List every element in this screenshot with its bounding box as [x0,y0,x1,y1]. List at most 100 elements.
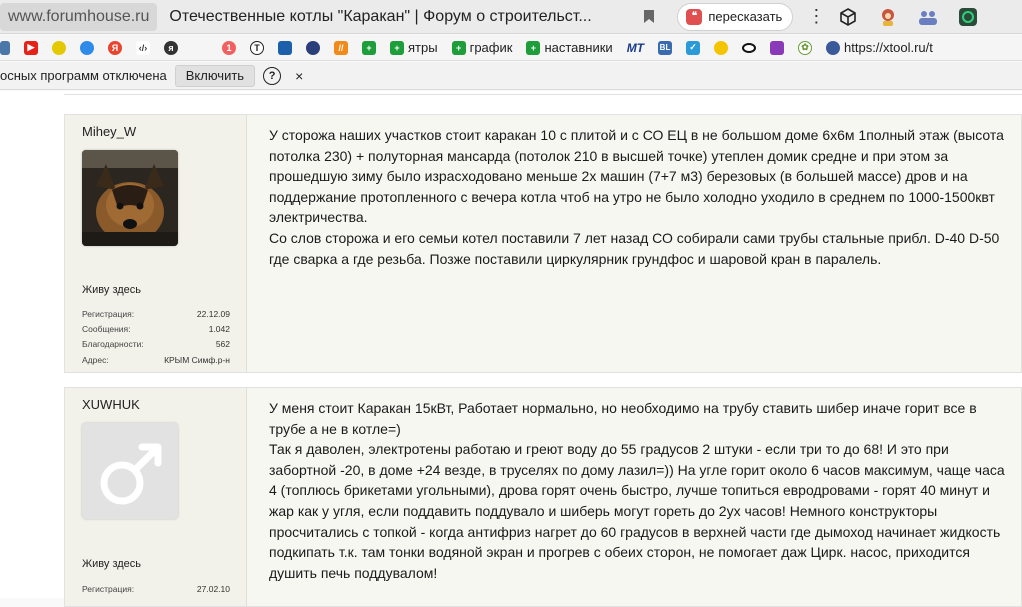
bookmark-vk[interactable] [0,40,10,55]
avatar[interactable] [82,150,178,246]
stat-value: 22.12.09 [196,309,230,319]
bookmark-code[interactable]: ‹/› [136,40,150,55]
info-text: осных программ отключена [0,68,167,83]
stat-address: Адрес: КРЫМ Симф.р-н [82,355,230,365]
stat-label: Регистрация: [82,309,135,319]
bookmark-label: ятры [408,40,438,55]
post-message: У сторожа наших участков стоит каракан 1… [269,125,1013,269]
username[interactable]: Mihey_W [82,124,136,139]
youtube-icon: ▶ [24,40,38,55]
color-circle-icon [80,40,94,55]
stat-value: КРЫМ Симф.р-н [164,355,230,365]
bookmark-xtool[interactable]: https://xtool.ru/t [826,40,933,55]
bookmarks-bar: ▶ Я ‹/› я 1 T // + + ятры + график + настав… [0,35,1022,61]
yandex-dark-icon: я [164,40,178,55]
bookmark-yandex-2[interactable]: я [164,40,178,55]
green-extension-icon[interactable] [957,6,979,28]
sheet-icon: + [526,40,541,55]
post-paragraph: У меня стоит Каракан 15кВт, Работает нор… [269,400,977,437]
bookmark-blue[interactable] [278,40,292,55]
character-extension-icon[interactable] [877,6,899,28]
bookmark-label: наставники [544,40,613,55]
gear-icon: ✿ [798,40,813,55]
check-icon: ✓ [686,40,701,55]
stat-label: Адрес: [82,355,109,365]
stat-value: 562 [215,339,230,349]
forum-content: Mihey_W Живу здесь Регистрация: 22.12.09… [0,91,1022,607]
retell-label: пересказать [708,9,783,24]
username[interactable]: XUWHUK [82,397,140,412]
bookmark-navy[interactable] [306,40,320,55]
purple-icon [770,40,785,55]
orange-icon: // [334,40,348,55]
stat-label: Благодарности: [82,339,144,349]
dog-avatar-icon [82,150,178,246]
male-symbol-icon [82,423,178,519]
bookmark-icon[interactable] [643,9,657,25]
stat-registration: Регистрация: 22.12.09 [82,309,230,319]
mt-label: MT [626,40,645,55]
bookmark-sheet-1[interactable]: + [362,40,376,55]
sheet-icon: + [451,40,466,55]
close-icon[interactable]: × [295,68,303,84]
stat-label: Регистрация: [82,584,135,594]
blue-icon [278,40,292,55]
post-message: У меня стоит Каракан 15кВт, Работает нор… [269,398,1013,583]
bookmark-badge[interactable]: 1 [222,40,236,55]
avatar[interactable] [82,423,178,519]
navy-circle-icon [306,40,320,55]
enable-button[interactable]: Включить [174,64,256,87]
help-icon[interactable]: ? [263,66,282,85]
retell-button[interactable]: ❝ пересказать [677,2,794,31]
stat-thanks: Благодарности: 562 [82,339,230,349]
user-status: Живу здесь [82,558,142,570]
post-paragraph: Так я даволен, электротены работаю и гре… [269,441,1005,581]
yandex-icon: Я [108,40,122,55]
ring-icon [742,42,757,53]
bookmark-gear[interactable]: ✿ [798,40,813,55]
bookmark-label: график [469,40,513,55]
bookmark-lime[interactable] [52,40,66,55]
people-extension-icon[interactable] [917,6,939,28]
code-icon: ‹/› [136,40,150,55]
bookmark-t[interactable]: T [250,40,264,55]
quote-icon: ❝ [686,8,703,25]
bookmark-nastavniki[interactable]: + наставники [526,40,613,55]
bookmark-duck[interactable] [714,40,729,55]
bookmark-check[interactable]: ✓ [686,40,701,55]
post-user-panel: XUWHUK Живу здесь Регистрация: 27.02.10 [65,388,247,606]
bookmark-yandex[interactable]: Я [108,40,122,55]
stat-label: Сообщения: [82,324,131,334]
bookmark-purple[interactable] [770,40,785,55]
post-divider [64,94,1022,95]
bookmark-circle[interactable] [80,40,94,55]
url-host[interactable]: www.forumhouse.ru [0,2,158,31]
cube-extension-icon[interactable] [837,6,859,28]
post-paragraph: У сторожа наших участков стоит каракан 1… [269,127,1004,226]
xtool-icon [826,40,841,55]
bookmark-yatry[interactable]: + ятры [390,40,438,55]
menu-kebab-icon[interactable]: ⋮ [807,6,825,27]
stat-value: 27.02.10 [196,584,230,594]
forum-post: XUWHUK Живу здесь Регистрация: 27.02.10 У… [64,387,1022,607]
vk-icon [0,40,10,55]
bookmark-label: https://xtool.ru/t [844,40,933,55]
extensions-row [837,6,979,28]
bookmark-orange[interactable]: // [334,40,348,55]
sheet-icon: + [390,40,404,55]
post-paragraph: Со слов сторожа и его семьи котел постав… [269,229,1000,267]
stat-registration: Регистрация: 27.02.10 [82,584,230,594]
stat-messages: Сообщения: 1.042 [82,324,230,334]
bookmark-mt[interactable]: MT [627,41,644,55]
browser-title-bar: www.forumhouse.ru Отечественные котлы "К… [0,0,1022,34]
t-icon: T [250,40,264,55]
post-user-panel: Mihey_W Живу здесь Регистрация: 22.12.09… [65,115,247,372]
tab-title[interactable]: Отечественные котлы "Каракан" | Форум о … [169,8,629,26]
duck-icon [714,40,729,55]
bookmark-ring[interactable] [742,42,757,53]
bl-icon: BL [658,40,673,55]
bookmark-bl[interactable]: BL [658,40,673,55]
bookmark-youtube[interactable]: ▶ [24,40,38,55]
user-status: Живу здесь [82,284,142,296]
bookmark-grafik[interactable]: + график [451,40,513,55]
